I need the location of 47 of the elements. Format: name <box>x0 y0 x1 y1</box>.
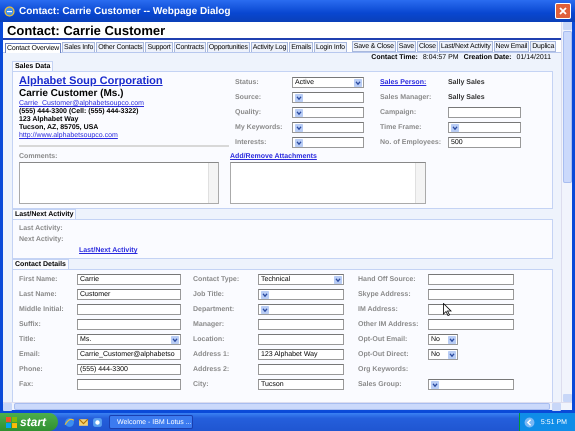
horizontal-scrollbar[interactable] <box>3 402 561 410</box>
desktop-icon[interactable] <box>92 416 104 428</box>
caret-icon <box>448 350 456 358</box>
dropdown[interactable] <box>292 122 364 133</box>
dropdown[interactable] <box>292 92 364 103</box>
vertical-scrollbar[interactable] <box>561 22 572 402</box>
caret-icon <box>354 78 362 86</box>
window-title: Contact: Carrie Customer -- Webpage Dialog <box>19 6 232 16</box>
input-field[interactable] <box>428 274 514 285</box>
caret-icon <box>295 124 303 132</box>
caret-icon <box>451 124 459 132</box>
page-heading: Contact: Carrie Customer <box>7 23 166 38</box>
input-field[interactable] <box>77 319 181 330</box>
windows-logo-icon <box>6 416 17 428</box>
dropdown[interactable] <box>258 304 344 315</box>
dropdown[interactable] <box>428 379 514 390</box>
input-field[interactable] <box>77 379 181 390</box>
caret-icon <box>431 380 439 388</box>
input-field[interactable] <box>258 364 344 375</box>
attachments-field[interactable] <box>230 162 426 204</box>
caret-icon <box>261 290 269 298</box>
caret-icon <box>295 138 303 146</box>
input-field[interactable] <box>428 304 514 315</box>
caret-icon <box>295 108 303 116</box>
mail-icon[interactable] <box>78 416 90 428</box>
input-field[interactable] <box>77 304 181 315</box>
dropdown[interactable] <box>292 137 364 148</box>
dropdown[interactable] <box>292 107 364 118</box>
caret-icon <box>448 336 456 344</box>
input-field[interactable] <box>258 319 344 330</box>
caret-icon <box>261 306 269 314</box>
close-button[interactable] <box>555 3 571 19</box>
input-field[interactable] <box>428 289 514 300</box>
input-field[interactable] <box>428 319 514 330</box>
contact-name: Carrie Customer (Ms.) <box>19 88 124 99</box>
input-field[interactable] <box>258 334 344 345</box>
caret-icon <box>171 336 179 344</box>
cursor-icon <box>443 303 452 316</box>
close-icon <box>559 7 567 15</box>
input-field[interactable] <box>448 107 521 118</box>
company-link[interactable]: Alphabet Soup Corporation <box>19 75 229 87</box>
caret-icon <box>295 94 303 102</box>
dropdown[interactable] <box>448 122 521 133</box>
scrollbar-corner <box>561 402 572 410</box>
comments-field[interactable] <box>19 162 219 204</box>
caret-icon <box>334 276 342 284</box>
dropdown[interactable] <box>258 289 344 300</box>
